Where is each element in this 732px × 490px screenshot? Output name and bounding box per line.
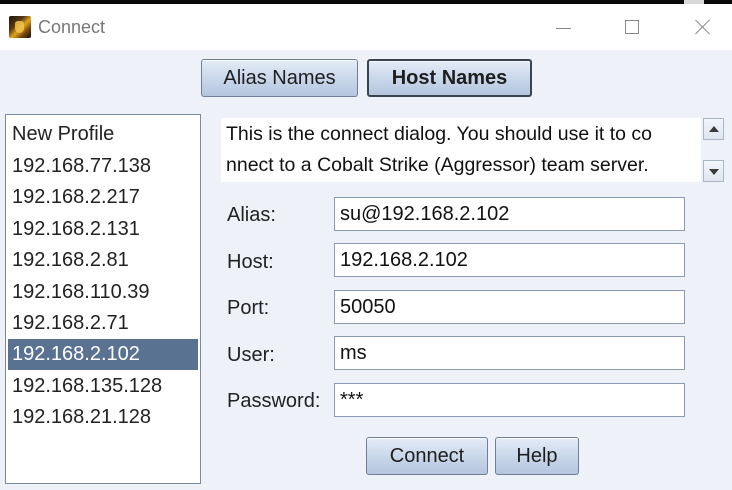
password-label: Password: (227, 390, 321, 412)
maximize-icon (625, 20, 639, 34)
description-text: This is the connect dialog. You should u… (221, 118, 701, 182)
profile-item[interactable]: 192.168.21.128 (8, 402, 198, 433)
profile-item-selected[interactable]: 192.168.2.102 (8, 339, 198, 370)
scroll-down-icon[interactable] (703, 160, 724, 182)
minimize-icon (555, 27, 571, 29)
description-line-2: nnect to a Cobalt Strike (Aggressor) tea… (226, 154, 649, 176)
port-input[interactable] (334, 290, 685, 324)
close-icon (695, 19, 711, 35)
close-button[interactable] (680, 8, 726, 46)
host-names-button[interactable]: Host Names (367, 59, 532, 97)
title-bar: Connect (0, 4, 732, 50)
profile-item[interactable]: 192.168.2.217 (8, 182, 198, 213)
scroll-up-icon[interactable] (703, 118, 724, 140)
user-label: User: (227, 344, 275, 366)
help-button[interactable]: Help (495, 437, 579, 475)
profile-item[interactable]: 192.168.110.39 (8, 277, 198, 308)
host-label: Host: (227, 251, 274, 273)
window-title: Connect (38, 17, 106, 37)
description-line-1: This is the connect dialog. You should u… (226, 123, 653, 145)
profile-item[interactable]: 192.168.2.81 (8, 245, 198, 276)
host-input[interactable] (334, 243, 685, 277)
alias-label: Alias: (227, 204, 276, 226)
user-input[interactable] (334, 336, 685, 370)
app-icon (9, 16, 31, 38)
description-scrollbar[interactable] (703, 118, 724, 182)
password-input[interactable] (334, 383, 685, 417)
maximize-button[interactable] (609, 8, 655, 46)
profile-item[interactable]: 192.168.135.128 (8, 371, 198, 402)
profile-list[interactable]: New Profile 192.168.77.138 192.168.2.217… (5, 114, 201, 484)
minimize-button[interactable] (540, 8, 586, 46)
port-label: Port: (227, 297, 270, 319)
alias-names-button[interactable]: Alias Names (201, 59, 358, 97)
profile-item[interactable]: 192.168.77.138 (8, 151, 198, 182)
alias-input[interactable] (334, 197, 685, 231)
connect-button[interactable]: Connect (366, 437, 488, 475)
profile-item[interactable]: 192.168.2.131 (8, 214, 198, 245)
profile-item[interactable]: 192.168.2.71 (8, 308, 198, 339)
profile-item[interactable]: New Profile (8, 119, 198, 150)
